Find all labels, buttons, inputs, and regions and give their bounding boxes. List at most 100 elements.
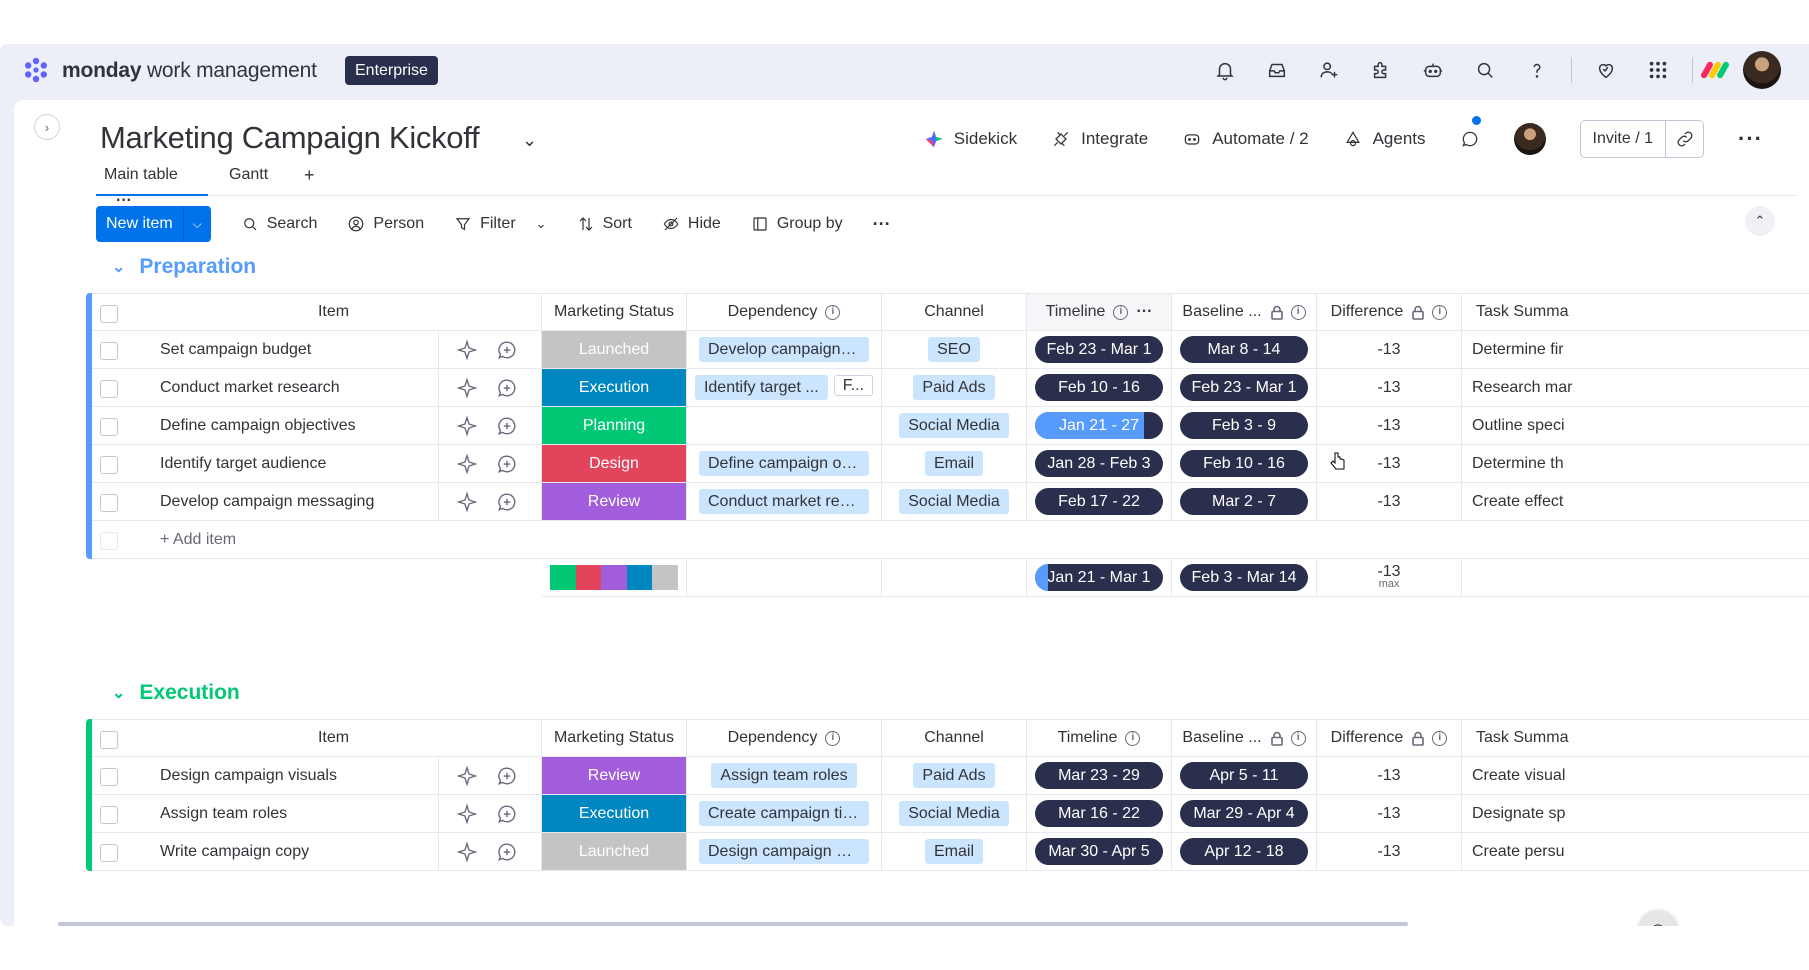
cell-dependency[interactable] <box>687 407 882 445</box>
dependency-chip[interactable]: Conduct market rese... <box>699 489 869 514</box>
tab-gantt[interactable]: Gantt <box>229 162 268 196</box>
cell-status[interactable]: Review <box>542 483 687 521</box>
cell-summary[interactable]: Create visual <box>1462 757 1809 795</box>
add-update-icon[interactable] <box>496 377 518 404</box>
summary-baseline[interactable]: Feb 3 - Mar 14 <box>1172 559 1317 597</box>
help-icon[interactable] <box>1511 52 1563 88</box>
hide-button[interactable]: Hide <box>662 215 721 233</box>
cell-item[interactable]: Design campaign visuals <box>86 757 542 795</box>
column-header-dependency[interactable]: Dependency i <box>687 719 882 757</box>
cell-difference[interactable]: -13 <box>1317 757 1462 795</box>
timeline-pill[interactable]: Jan 28 - Feb 3 <box>1035 450 1163 477</box>
row-checkbox[interactable] <box>100 806 118 824</box>
summary-difference[interactable]: -13 max <box>1317 559 1462 597</box>
cell-timeline[interactable]: Jan 21 - 27 <box>1027 407 1172 445</box>
ai-sparkle-icon[interactable] <box>456 841 478 868</box>
baseline-pill[interactable]: Mar 29 - Apr 4 <box>1180 800 1308 827</box>
cell-item[interactable]: Conduct market research <box>86 369 542 407</box>
ai-sparkle-icon[interactable] <box>456 453 478 480</box>
cell-summary[interactable]: Outline speci <box>1462 407 1809 445</box>
row-checkbox[interactable] <box>100 768 118 786</box>
heart-icon[interactable] <box>1580 52 1632 88</box>
ai-sparkle-icon[interactable] <box>456 415 478 442</box>
summary-dependency[interactable] <box>687 559 882 597</box>
horizontal-scrollbar[interactable] <box>58 922 1408 926</box>
status-label[interactable]: Review <box>542 483 686 520</box>
add-update-icon[interactable] <box>496 339 518 366</box>
ai-sparkle-icon[interactable] <box>456 765 478 792</box>
cell-timeline[interactable]: Mar 23 - 29 <box>1027 757 1172 795</box>
add-update-icon[interactable] <box>496 491 518 518</box>
cell-baseline[interactable]: Feb 23 - Mar 1 <box>1172 369 1317 407</box>
channel-chip[interactable]: Social Media <box>899 801 1009 826</box>
board-member-avatar[interactable] <box>1513 123 1546 155</box>
timeline-pill[interactable]: Mar 30 - Apr 5 <box>1035 838 1163 865</box>
add-item-cell[interactable]: + Add item <box>86 521 1809 559</box>
cell-dependency[interactable]: Define campaign obj... <box>687 445 882 483</box>
add-item-label[interactable]: + Add item <box>160 531 236 549</box>
grid-icon[interactable] <box>1632 52 1684 88</box>
monday-logo-icon[interactable] <box>20 54 52 86</box>
timeline-summary-pill[interactable]: Jan 21 - Mar 1 <box>1035 564 1163 591</box>
cell-status[interactable]: Planning <box>542 407 687 445</box>
search-button[interactable]: Search <box>241 215 317 233</box>
baseline-summary-pill[interactable]: Feb 3 - Mar 14 <box>1180 564 1308 591</box>
dependency-chip[interactable]: Create campaign tim... <box>699 801 869 826</box>
assistant-bot-icon[interactable]: ◉ <box>1638 910 1678 926</box>
cell-status[interactable]: Launched <box>542 833 687 871</box>
column-header-item[interactable]: Item <box>86 293 542 331</box>
chevron-down-icon[interactable]: ⌄ <box>522 130 537 151</box>
cell-summary[interactable]: Determine th <box>1462 445 1809 483</box>
info-icon[interactable]: i <box>1125 730 1141 746</box>
cell-channel[interactable]: Social Media <box>882 483 1027 521</box>
ai-sparkle-icon[interactable] <box>456 377 478 404</box>
agents-button[interactable]: Agents <box>1343 129 1426 149</box>
cell-item[interactable]: Assign team roles <box>86 795 542 833</box>
select-all-checkbox[interactable] <box>100 731 118 749</box>
cell-dependency[interactable]: Assign team roles <box>687 757 882 795</box>
dependency-chip[interactable]: F... <box>833 375 874 396</box>
cell-baseline[interactable]: Apr 5 - 11 <box>1172 757 1317 795</box>
bell-icon[interactable] <box>1199 52 1251 88</box>
search-icon[interactable] <box>1459 52 1511 88</box>
info-icon[interactable]: i <box>1432 304 1448 320</box>
cell-difference[interactable]: -13 <box>1317 331 1462 369</box>
channel-chip[interactable]: Social Media <box>899 489 1009 514</box>
more-options-icon[interactable]: ··· <box>1738 126 1763 152</box>
chevron-down-icon[interactable]: ⌄ <box>536 216 547 232</box>
item-name[interactable]: Set campaign budget <box>160 341 311 359</box>
group-by-button[interactable]: Group by <box>751 215 843 233</box>
timeline-pill[interactable]: Mar 23 - 29 <box>1035 762 1163 789</box>
status-label[interactable]: Design <box>542 445 686 482</box>
column-header-dependency[interactable]: Dependency i <box>687 293 882 331</box>
column-header-summary[interactable]: Task Summa <box>1462 719 1809 757</box>
chevron-down-icon[interactable]: ⌄ <box>112 257 125 277</box>
row-checkbox[interactable] <box>100 456 118 474</box>
dependency-chip[interactable]: Develop campaign m... <box>699 337 869 362</box>
ai-bot-icon[interactable] <box>1407 52 1459 88</box>
cell-baseline[interactable]: Mar 2 - 7 <box>1172 483 1317 521</box>
automate-button[interactable]: Automate / 2 <box>1182 129 1309 149</box>
user-avatar[interactable] <box>1743 51 1781 89</box>
status-label[interactable]: Launched <box>542 331 686 368</box>
item-name[interactable]: Develop campaign messaging <box>160 493 374 511</box>
channel-chip[interactable]: Email <box>924 839 983 864</box>
status-label[interactable]: Execution <box>542 369 686 406</box>
cell-summary[interactable]: Create persu <box>1462 833 1809 871</box>
timeline-pill[interactable]: Jan 21 - 27 <box>1035 412 1163 439</box>
inbox-icon[interactable] <box>1251 52 1303 88</box>
ai-sparkle-icon[interactable] <box>456 803 478 830</box>
row-checkbox[interactable] <box>100 380 118 398</box>
add-update-icon[interactable] <box>496 765 518 792</box>
apps-icon[interactable] <box>1355 52 1407 88</box>
cell-item[interactable]: Write campaign copy <box>86 833 542 871</box>
cell-timeline[interactable]: Jan 28 - Feb 3 <box>1027 445 1172 483</box>
cell-difference[interactable]: -13 <box>1317 795 1462 833</box>
cell-dependency[interactable]: Conduct market rese... <box>687 483 882 521</box>
cell-dependency[interactable]: Develop campaign m... <box>687 331 882 369</box>
baseline-pill[interactable]: Apr 12 - 18 <box>1180 838 1308 865</box>
add-update-icon[interactable] <box>496 803 518 830</box>
cell-item[interactable]: Develop campaign messaging <box>86 483 542 521</box>
cell-baseline[interactable]: Apr 12 - 18 <box>1172 833 1317 871</box>
cell-baseline[interactable]: Mar 8 - 14 <box>1172 331 1317 369</box>
